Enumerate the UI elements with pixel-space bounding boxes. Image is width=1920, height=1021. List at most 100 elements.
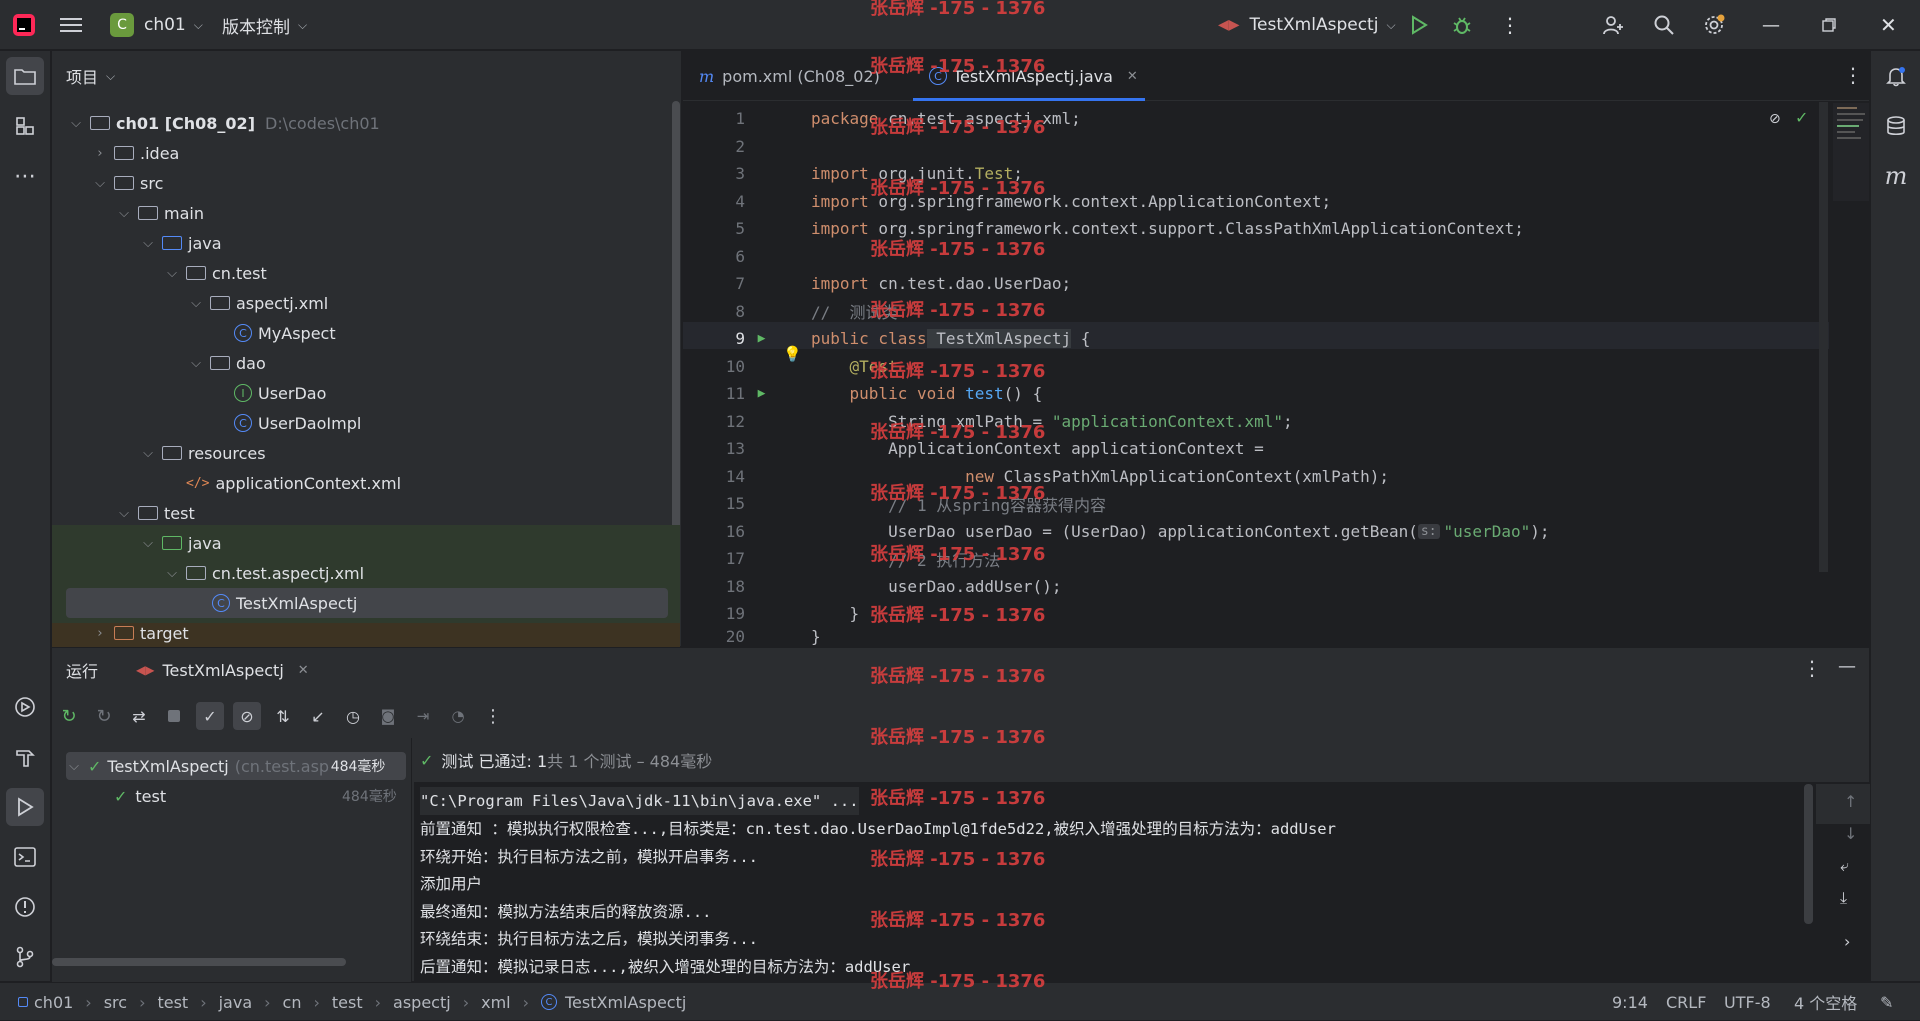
- line-number: 9: [735, 329, 745, 349]
- run-tab[interactable]: ◀▶ TestXmlAspectj ✕: [136, 648, 309, 692]
- tree-row-cn-test[interactable]: ⌵ cn.test: [52, 258, 680, 288]
- vcs-menu[interactable]: 版本控制 ⌵: [222, 0, 307, 50]
- test-row-method[interactable]: ✓ test: [114, 782, 166, 810]
- console-output[interactable]: "C:\Program Files\Java\jdk-11\bin\java.e…: [414, 782, 1870, 982]
- code-token: new: [811, 466, 995, 486]
- breadcrumb-item[interactable]: ch01: [34, 993, 73, 1012]
- run-icon[interactable]: [1410, 0, 1428, 50]
- tree-row-root[interactable]: ⌵ ch01 [Ch08_02] D:\codes\ch01: [52, 108, 680, 138]
- project-selector[interactable]: C ch01 ⌵: [110, 0, 203, 50]
- tree-row-idea[interactable]: › .idea: [52, 138, 680, 168]
- sort-icon[interactable]: ⇅: [270, 707, 296, 726]
- breadcrumb-item[interactable]: aspectj: [393, 993, 451, 1012]
- camera-icon[interactable]: ◙: [375, 707, 401, 725]
- show-passed-icon[interactable]: ✓: [196, 702, 224, 730]
- test-tree-hscroll[interactable]: [52, 958, 346, 966]
- more-icon[interactable]: ⋮: [480, 706, 506, 727]
- git-icon[interactable]: [6, 938, 44, 976]
- tree-row-src[interactable]: ⌵ src: [52, 168, 680, 198]
- run-more-icon[interactable]: ⋮: [1802, 656, 1822, 680]
- tree-row-userdao[interactable]: I UserDao: [52, 378, 680, 408]
- build-hammer-icon[interactable]: [6, 738, 44, 776]
- stop-icon[interactable]: [161, 710, 187, 722]
- expand-icon[interactable]: ›: [1844, 932, 1850, 951]
- console-minimap[interactable]: [1816, 784, 1870, 824]
- tree-row-cn-test-aspectj-xml[interactable]: ⌵ cn.test.aspectj.xml: [52, 558, 680, 588]
- services-icon[interactable]: [6, 688, 44, 726]
- maven-icon[interactable]: m: [1877, 157, 1915, 195]
- console-scrollbar[interactable]: [1804, 784, 1813, 924]
- tab-pom-xml[interactable]: m pom.xml (Ch08_02): [699, 51, 880, 101]
- run-test-gutter-icon[interactable]: ▶: [745, 386, 778, 401]
- tree-row-userdaoimpl[interactable]: C UserDaoImpl: [52, 408, 680, 438]
- main-menu-icon[interactable]: [60, 0, 82, 50]
- tree-row-target[interactable]: › target: [52, 618, 680, 648]
- run-config-selector[interactable]: ◀▶ TestXmlAspectj ⌵: [1218, 0, 1396, 50]
- scroll-up-icon[interactable]: ↑: [1844, 792, 1857, 811]
- tree-row-resources[interactable]: ⌵ resources: [52, 438, 680, 468]
- coverage-icon[interactable]: ◔: [445, 707, 471, 725]
- scroll-down-icon[interactable]: ↓: [1844, 824, 1857, 843]
- caret-position[interactable]: 9:14: [1612, 983, 1648, 1021]
- database-icon[interactable]: [1877, 107, 1915, 145]
- terminal-icon[interactable]: [6, 838, 44, 876]
- code-token: import: [811, 219, 869, 239]
- tab-testxmlaspectj[interactable]: C TestXmlAspectj.java ✕: [929, 51, 1138, 101]
- history-icon[interactable]: ◷: [340, 707, 366, 726]
- show-ignored-icon[interactable]: ⊘: [233, 702, 261, 730]
- close-tab-icon[interactable]: ✕: [298, 663, 309, 678]
- run-test-gutter-icon[interactable]: ▶: [745, 331, 778, 346]
- tree-row-test[interactable]: ⌵ test: [52, 498, 680, 528]
- file-encoding[interactable]: UTF-8: [1724, 983, 1771, 1021]
- rerun-icon[interactable]: ↻: [56, 706, 82, 727]
- close-icon[interactable]: ✕: [1880, 0, 1897, 50]
- toggle-auto-test-icon[interactable]: ⇄: [126, 707, 152, 726]
- run-tool-icon[interactable]: [6, 788, 44, 826]
- tree-row-myaspect[interactable]: C MyAspect: [52, 318, 680, 348]
- breadcrumb-item[interactable]: xml: [481, 993, 511, 1012]
- breadcrumb-item[interactable]: cn: [283, 993, 302, 1012]
- tree-row-appcontext-xml[interactable]: </> applicationContext.xml: [52, 468, 680, 498]
- notifications-bell-icon[interactable]: [1877, 57, 1915, 95]
- project-name: ch01: [144, 15, 186, 35]
- collapse-icon[interactable]: ↙: [305, 707, 331, 726]
- settings-gear-icon[interactable]: [1702, 0, 1726, 50]
- project-tool-icon[interactable]: [6, 57, 44, 95]
- indent-setting[interactable]: 4 个空格: [1794, 983, 1857, 1021]
- read-only-toggle-icon[interactable]: ✎: [1880, 983, 1893, 1021]
- more-tools-icon[interactable]: ⋯: [6, 157, 44, 195]
- more-actions-icon[interactable]: ⋮: [1500, 0, 1520, 50]
- minimize-icon[interactable]: —: [1762, 0, 1780, 50]
- scroll-to-end-icon[interactable]: ⤓: [1840, 888, 1847, 908]
- project-panel-header[interactable]: 项目 ⌵: [66, 51, 115, 101]
- tree-row-dao[interactable]: ⌵ dao: [52, 348, 680, 378]
- tree-row-testxmlaspectj[interactable]: C TestXmlAspectj: [52, 588, 680, 618]
- add-user-icon[interactable]: [1602, 0, 1624, 50]
- problems-icon[interactable]: [6, 888, 44, 926]
- breadcrumb-item[interactable]: java: [219, 993, 253, 1012]
- folder-icon: [114, 146, 134, 160]
- restore-icon[interactable]: [1822, 0, 1836, 50]
- tabs-more-icon[interactable]: ⋮: [1843, 63, 1863, 87]
- breadcrumb-item[interactable]: src: [104, 993, 127, 1012]
- chevron-down-icon: ⌵: [119, 205, 129, 221]
- app-logo-icon[interactable]: [12, 0, 36, 50]
- tree-row-test-java[interactable]: ⌵ java: [52, 528, 680, 558]
- tree-row-aspectj-xml[interactable]: ⌵ aspectj.xml: [52, 288, 680, 318]
- soft-wrap-icon[interactable]: ⤶: [1840, 856, 1849, 876]
- close-tab-icon[interactable]: ✕: [1127, 69, 1138, 84]
- minimap[interactable]: [1833, 103, 1869, 201]
- breadcrumb-item[interactable]: test: [157, 993, 188, 1012]
- search-icon[interactable]: [1653, 0, 1675, 50]
- tree-row-java[interactable]: ⌵ java: [52, 228, 680, 258]
- debug-icon[interactable]: [1452, 0, 1472, 50]
- tree-row-main[interactable]: ⌵ main: [52, 198, 680, 228]
- structure-icon[interactable]: [6, 107, 44, 145]
- rerun-failed-icon[interactable]: ↻: [91, 706, 117, 727]
- breadcrumb-item[interactable]: test: [332, 993, 363, 1012]
- test-row-class[interactable]: ⌵ ✓ TestXmlAspectj (cn.test.asp 484毫秒: [66, 752, 385, 780]
- line-separator[interactable]: CRLF: [1666, 983, 1706, 1021]
- breadcrumb-item[interactable]: TestXmlAspectj: [565, 993, 686, 1012]
- import-icon[interactable]: ⇥: [410, 707, 436, 725]
- hide-panel-icon[interactable]: —: [1838, 656, 1856, 677]
